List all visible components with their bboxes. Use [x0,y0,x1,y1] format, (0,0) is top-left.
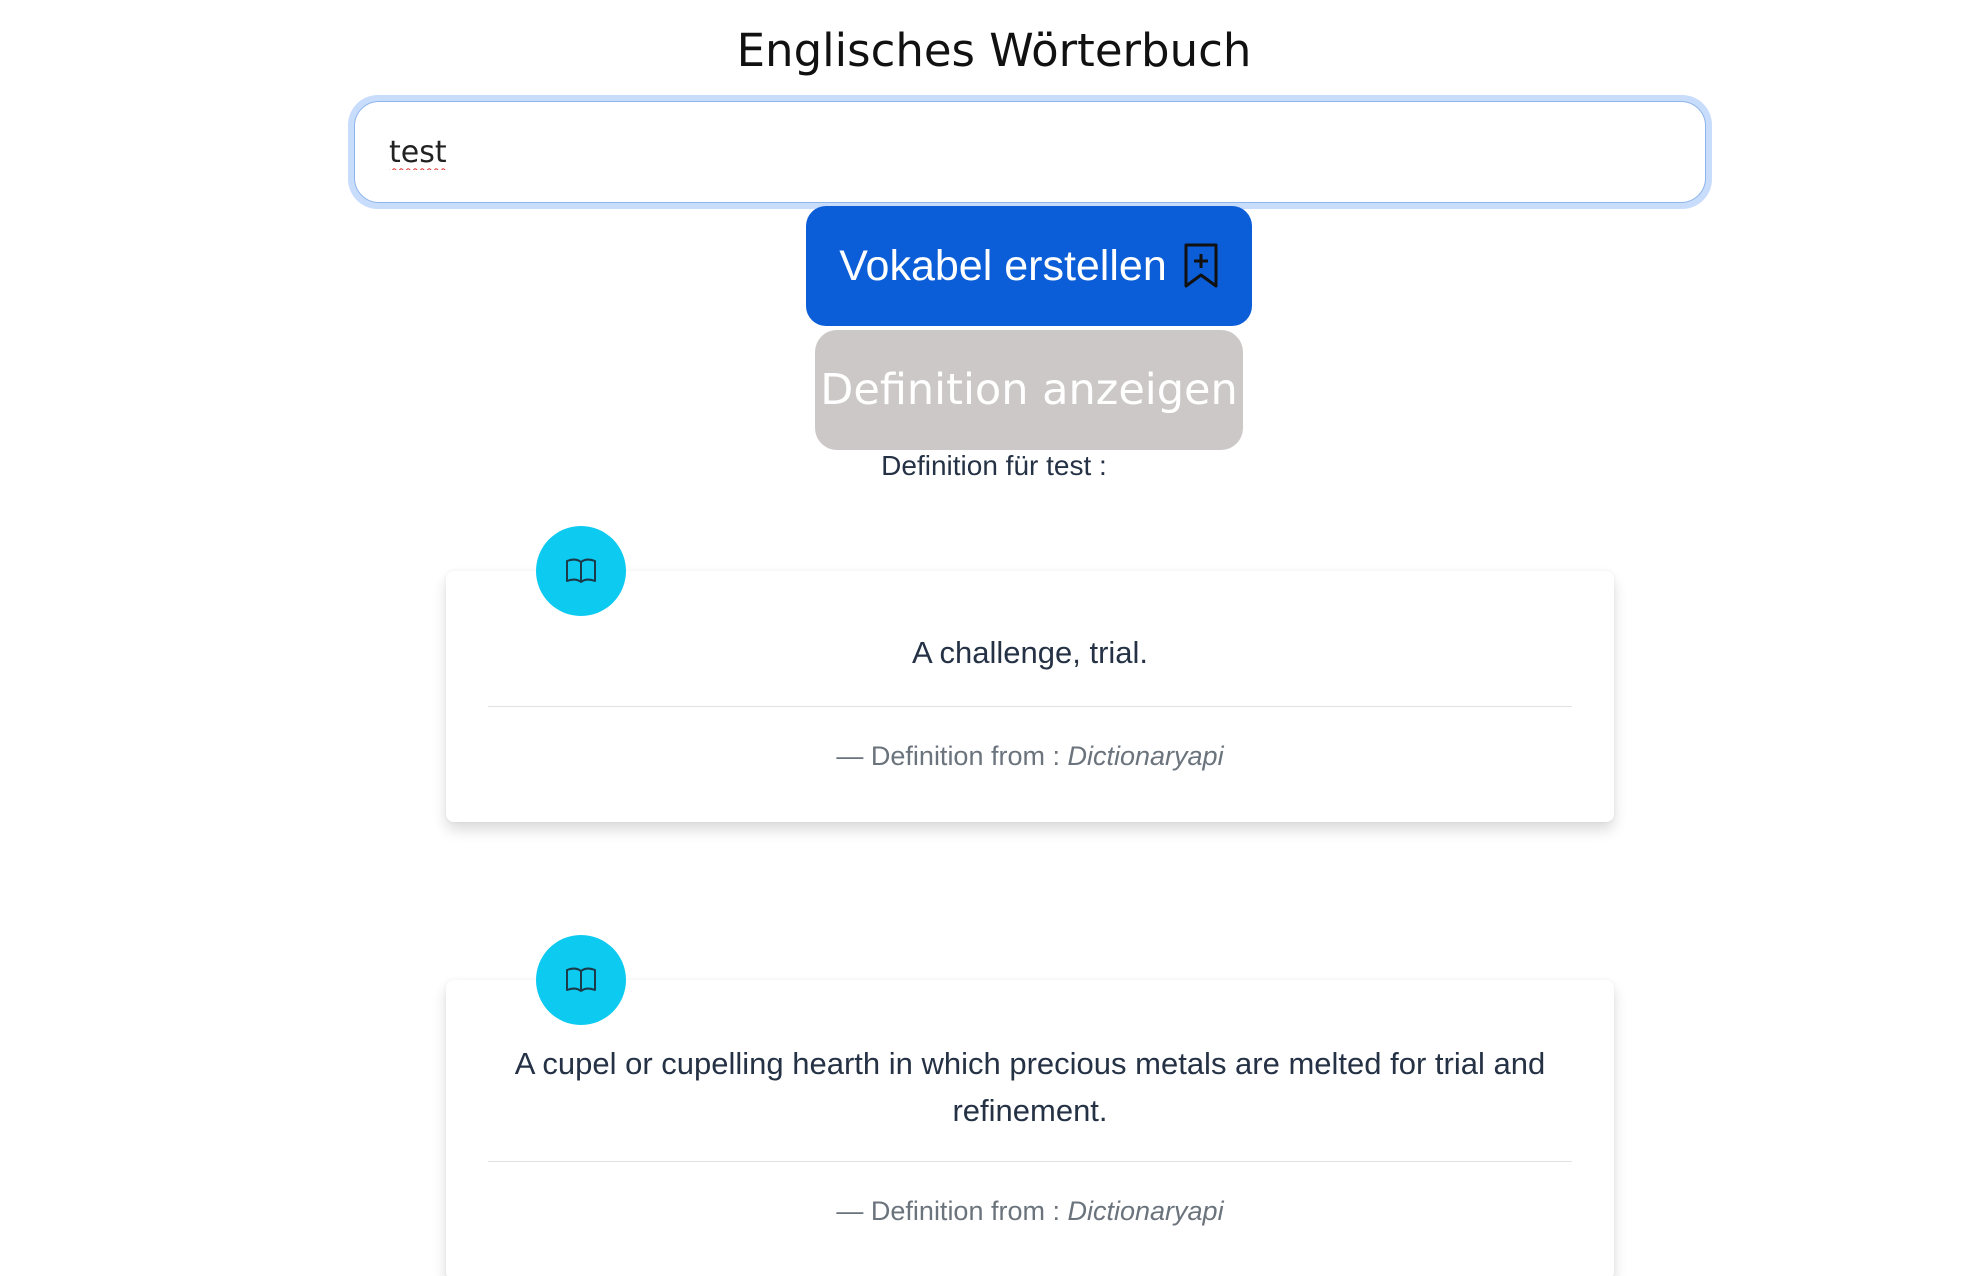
search-input[interactable] [354,101,1706,203]
book-icon [536,935,626,1025]
definitions-heading: Definition für test : [881,450,1107,481]
source-name: Dictionaryapi [1067,741,1224,771]
bookmark-plus-icon [1183,242,1219,290]
definition-source: — Definition from : Dictionaryapi [446,1196,1614,1227]
source-prefix: — Definition from : [836,741,1060,771]
book-icon [536,526,626,616]
page: Englisches Wörterbuch Vokabel erstellen … [0,0,1988,1276]
divider [488,1161,1572,1162]
definition-text: A cupel or cupelling hearth in which pre… [514,1046,1546,1128]
create-vocab-label: Vokabel erstellen [839,241,1167,290]
definition-source: — Definition from : Dictionaryapi [446,741,1614,772]
definition-card: A challenge, trial. — Definition from : … [446,571,1614,822]
create-vocab-button[interactable]: Vokabel erstellen [806,206,1252,326]
definition-text: A challenge, trial. [911,635,1149,670]
search-focus-ring [348,95,1712,209]
source-name: Dictionaryapi [1067,1196,1224,1226]
divider [488,706,1572,707]
definition-card: A cupel or cupelling hearth in which pre… [446,980,1614,1276]
source-prefix: — Definition from : [836,1196,1060,1226]
page-title: Englisches Wörterbuch [736,24,1252,77]
show-definition-button[interactable]: Definition anzeigen [815,330,1243,450]
